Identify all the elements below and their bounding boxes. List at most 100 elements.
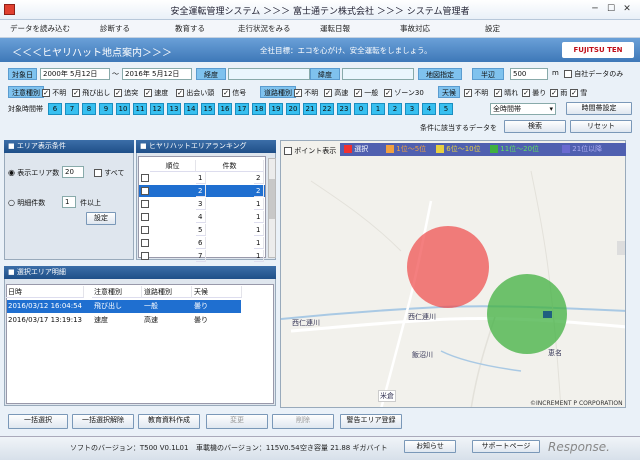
menu-settings[interactable]: 設定 [485, 23, 500, 34]
hour-toggle-19[interactable]: 19 [269, 103, 283, 115]
map-select-button[interactable]: 地図指定 [418, 68, 462, 80]
attention-rushout-checkbox[interactable]: 飛び出し [72, 88, 110, 98]
car-marker-icon[interactable] [543, 311, 552, 318]
road-unknown-checkbox[interactable]: 不明 [294, 88, 318, 98]
menu-daily-report[interactable]: 運転日報 [320, 23, 350, 34]
close-button[interactable]: ✕ [620, 3, 634, 15]
road-zone30-checkbox[interactable]: ゾーン30 [384, 88, 424, 98]
notice-button[interactable]: お知らせ [404, 440, 456, 453]
ranking-row-checkbox[interactable] [141, 200, 149, 208]
hour-toggle-21[interactable]: 21 [303, 103, 317, 115]
search-button[interactable]: 検索 [504, 120, 566, 133]
free-space: 空き容量 21.88 ギガバイト [300, 444, 388, 452]
radius-input[interactable]: 500 [510, 68, 548, 80]
ranking-count: 1 [254, 237, 264, 249]
hour-toggle-10[interactable]: 10 [116, 103, 130, 115]
date-to-input[interactable]: 2016年 5月12日 [122, 68, 192, 80]
weather-sunny-checkbox[interactable]: 晴れ [494, 88, 518, 98]
attention-unknown-checkbox[interactable]: 不明 [42, 88, 66, 98]
hour-toggle-11[interactable]: 11 [133, 103, 147, 115]
hour-toggle-8[interactable]: 8 [82, 103, 96, 115]
hour-toggle-22[interactable]: 22 [320, 103, 334, 115]
time-range-button[interactable]: 時間帯設定 [566, 102, 632, 115]
ranking-scrollbar[interactable] [268, 158, 276, 258]
point-display-checkbox[interactable]: ポイント表示 [284, 146, 336, 156]
support-page-button[interactable]: サポートページ [472, 440, 540, 453]
weather-cloudy-checkbox[interactable]: 曇り [522, 88, 546, 98]
warning-area-button[interactable]: 警告エリア登録 [340, 414, 402, 429]
map-view[interactable] [280, 140, 626, 408]
window-title: 安全運転管理システム ＞＞＞ 富士通テン株式会社 ＞＞＞ システム管理者 [170, 7, 470, 17]
map-label: 米倉 [378, 390, 396, 402]
change-button[interactable]: 変更 [206, 414, 268, 429]
ranking-rank: 2 [196, 185, 206, 197]
map-canvas [281, 141, 626, 407]
ranking-row-checkbox[interactable] [141, 226, 149, 234]
ranking-row-checkbox[interactable] [141, 187, 149, 195]
hour-toggle-2[interactable]: 2 [388, 103, 402, 115]
select-all-button[interactable]: 一括選択 [8, 414, 68, 429]
hour-toggle-15[interactable]: 15 [201, 103, 215, 115]
date-from-input[interactable]: 2000年 5月12日 [40, 68, 110, 80]
hour-toggle-9[interactable]: 9 [99, 103, 113, 115]
hour-toggle-18[interactable]: 18 [252, 103, 266, 115]
hour-toggle-4[interactable]: 4 [422, 103, 436, 115]
chevron-down-icon: ▾ [549, 105, 553, 113]
hour-toggle-12[interactable]: 12 [150, 103, 164, 115]
hour-toggle-3[interactable]: 3 [405, 103, 419, 115]
latitude-label: 緯度 [310, 68, 340, 80]
attention-crossing-checkbox[interactable]: 出会い頭 [176, 88, 214, 98]
road-general-checkbox[interactable]: 一般 [354, 88, 378, 98]
hour-toggle-13[interactable]: 13 [167, 103, 181, 115]
hour-toggle-5[interactable]: 5 [439, 103, 453, 115]
maximize-button[interactable]: ☐ [604, 3, 618, 15]
hour-toggle-0[interactable]: 0 [354, 103, 368, 115]
display-area-radio[interactable]: ◉ 表示エリア数 [8, 168, 59, 178]
all-checkbox[interactable]: すべて [94, 168, 124, 178]
minimize-button[interactable]: ─ [588, 3, 602, 15]
longitude-input[interactable] [228, 68, 310, 80]
menu-educate[interactable]: 教育する [175, 23, 205, 34]
menu-diagnose[interactable]: 診断する [100, 23, 130, 34]
ranking-row-checkbox[interactable] [141, 174, 149, 182]
hotspot-circle[interactable] [487, 274, 567, 354]
hour-toggle-16[interactable]: 16 [218, 103, 232, 115]
reset-button[interactable]: リセット [570, 120, 632, 133]
hour-toggle-23[interactable]: 23 [337, 103, 351, 115]
area-set-button[interactable]: 設定 [86, 212, 116, 225]
date-tilde: ～ [112, 70, 119, 78]
ranking-count: 1 [254, 250, 264, 262]
hour-toggle-20[interactable]: 20 [286, 103, 300, 115]
latitude-input[interactable] [342, 68, 414, 80]
deselect-all-button[interactable]: 一括選択解除 [72, 414, 134, 429]
weather-unknown-checkbox[interactable]: 不明 [464, 88, 488, 98]
ranking-row-checkbox[interactable] [141, 213, 149, 221]
attention-signal-checkbox[interactable]: 信号 [222, 88, 246, 98]
area-count-input[interactable]: 20 [62, 166, 84, 178]
attention-speed-checkbox[interactable]: 速度 [144, 88, 168, 98]
weather-rain-checkbox[interactable]: 雨 [550, 88, 567, 98]
date-label: 対象日 [8, 68, 37, 80]
hotspot-circle[interactable] [407, 226, 489, 308]
min-count-input[interactable]: 1 [62, 196, 76, 208]
hour-toggle-1[interactable]: 1 [371, 103, 385, 115]
detail-count-radio[interactable]: ○ 明細件数 [8, 198, 45, 208]
hour-toggle-7[interactable]: 7 [65, 103, 79, 115]
software-version: ソフトのバージョン：T500 V0.1L01 [70, 444, 189, 452]
hour-toggle-6[interactable]: 6 [48, 103, 62, 115]
menu-load-data[interactable]: データを読み込む [10, 23, 70, 34]
menu-driving-status[interactable]: 走行状況をみる [238, 23, 291, 34]
own-data-checkbox[interactable]: 自社データのみ [564, 69, 623, 79]
ranking-row-checkbox[interactable] [141, 239, 149, 247]
weather-snow-checkbox[interactable]: 雪 [570, 88, 587, 98]
hour-toggle-14[interactable]: 14 [184, 103, 198, 115]
road-highway-checkbox[interactable]: 高速 [324, 88, 348, 98]
time-range-select[interactable]: 全時間帯 ▾ [490, 103, 556, 115]
create-material-button[interactable]: 教育資料作成 [138, 414, 200, 429]
map-side-handle[interactable] [617, 241, 626, 255]
attention-rearend-checkbox[interactable]: 追突 [114, 88, 138, 98]
menu-accident[interactable]: 事故対応 [400, 23, 430, 34]
ranking-row-checkbox[interactable] [141, 252, 149, 260]
hour-toggle-17[interactable]: 17 [235, 103, 249, 115]
delete-button[interactable]: 削除 [272, 414, 334, 429]
